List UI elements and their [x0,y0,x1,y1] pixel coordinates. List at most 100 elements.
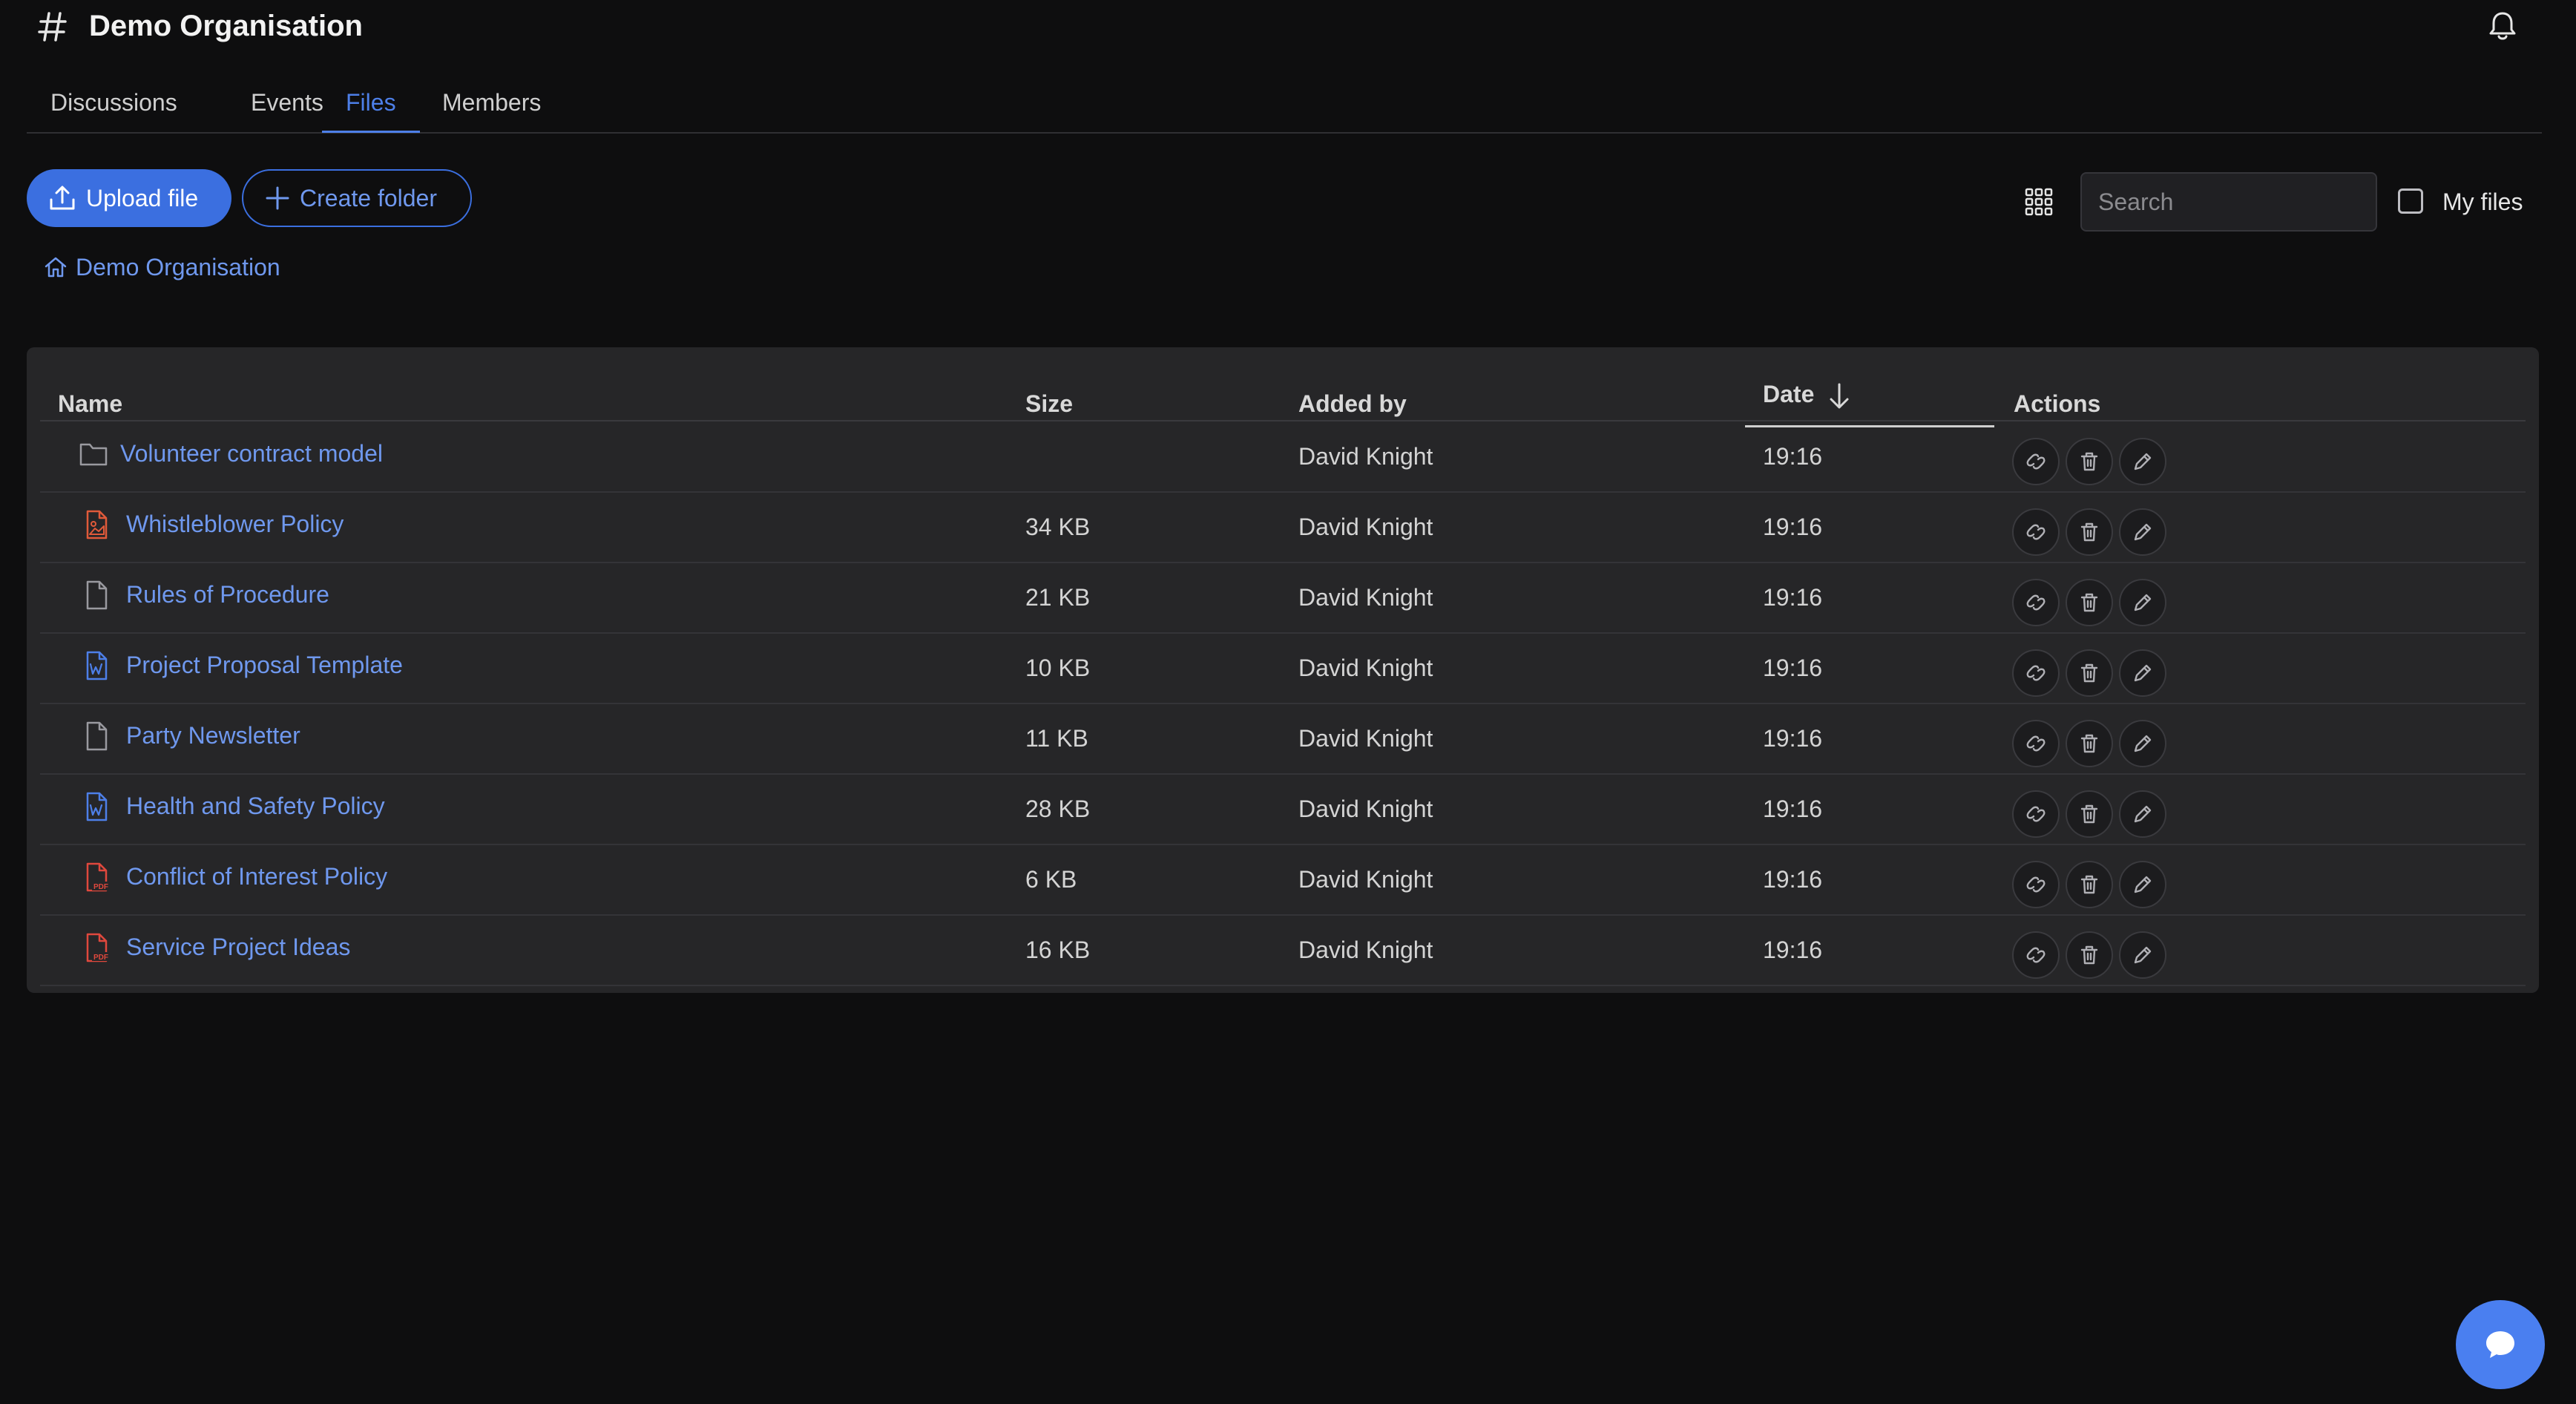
edit-button[interactable] [2119,790,2166,838]
file-name-link[interactable]: Conflict of Interest Policy [126,844,387,914]
delete-button[interactable] [2066,508,2113,556]
edit-button[interactable] [2119,438,2166,485]
breadcrumb[interactable]: Demo Organisation [43,251,280,283]
file-date: 19:16 [1763,936,1823,963]
trash-icon [2077,661,2101,685]
edit-button[interactable] [2119,649,2166,697]
added-by: David Knight [1298,514,1433,540]
copy-link-button[interactable] [2012,720,2060,767]
pencil-icon [2131,520,2155,544]
file-name-link[interactable]: Whistleblower Policy [126,492,344,562]
pdf-file-icon: PDF [82,931,111,964]
copy-link-button[interactable] [2012,790,2060,838]
document-icon [82,720,111,752]
delete-button[interactable] [2066,438,2113,485]
delete-button[interactable] [2066,790,2113,838]
link-icon [2024,661,2048,685]
file-name-link[interactable]: Volunteer contract model [120,421,383,491]
trash-icon [2077,732,2101,755]
file-date: 19:16 [1763,725,1823,752]
tab-bar: Discussions Events Files Members [27,82,2542,134]
plus-icon [266,186,289,210]
upload-file-button[interactable]: Upload file [27,169,231,227]
files-table: Name Size Added by Date Actions Voluntee… [27,347,2539,993]
edit-button[interactable] [2119,861,2166,908]
pencil-icon [2131,591,2155,614]
delete-button[interactable] [2066,861,2113,908]
table-row[interactable]: PDF Conflict of Interest Policy 6 KB David … [40,844,2526,916]
delete-button[interactable] [2066,649,2113,697]
breadcrumb-home: Demo Organisation [76,253,280,281]
chat-button[interactable] [2456,1300,2545,1389]
svg-text:PDF: PDF [93,883,108,891]
file-name-link[interactable]: Project Proposal Template [126,633,403,703]
table-row[interactable]: Whistleblower Policy 34 KB David Knight 19:… [40,492,2526,563]
link-icon [2024,802,2048,826]
search-input[interactable] [2080,172,2377,232]
word-file-icon [82,649,111,682]
my-files-checkbox[interactable] [2398,188,2423,214]
link-icon [2024,520,2048,544]
bell-icon[interactable] [2485,9,2520,43]
file-date: 19:16 [1763,443,1823,470]
added-by: David Knight [1298,443,1433,470]
copy-link-button[interactable] [2012,579,2060,626]
delete-button[interactable] [2066,579,2113,626]
copy-link-button[interactable] [2012,931,2060,979]
image-file-icon [82,508,111,541]
svg-text:PDF: PDF [93,954,108,962]
trash-icon [2077,873,2101,896]
page-header: Demo Organisation [0,0,2576,52]
pencil-icon [2131,943,2155,967]
edit-button[interactable] [2119,720,2166,767]
tab-files[interactable]: Files [322,82,420,133]
trash-icon [2077,802,2101,826]
added-by: David Knight [1298,655,1433,681]
my-files-label[interactable]: My files [2442,186,2523,218]
added-by: David Knight [1298,796,1433,822]
table-row[interactable]: Party Newsletter 11 KB David Knight 19:16 [40,703,2526,775]
create-folder-button[interactable]: Create folder [242,169,472,227]
copy-link-button[interactable] [2012,861,2060,908]
edit-button[interactable] [2119,508,2166,556]
file-size: 28 KB [1025,796,1091,822]
added-by: David Knight [1298,725,1433,752]
grid-view-icon[interactable] [2024,187,2054,217]
file-name-link[interactable]: Service Project Ideas [126,915,350,985]
added-by: David Knight [1298,866,1433,893]
tab-discussions[interactable]: Discussions [27,82,201,131]
table-row[interactable]: Rules of Procedure 21 KB David Knight 19:16 [40,562,2526,634]
file-size: 6 KB [1025,866,1077,893]
tab-members[interactable]: Members [418,82,565,131]
column-header-date[interactable]: Date [1745,361,1994,427]
file-date: 19:16 [1763,584,1823,611]
create-folder-label: Create folder [300,184,437,211]
edit-button[interactable] [2119,931,2166,979]
file-size: 34 KB [1025,514,1091,540]
file-name-link[interactable]: Rules of Procedure [126,562,329,632]
delete-button[interactable] [2066,720,2113,767]
file-date: 19:16 [1763,796,1823,822]
edit-button[interactable] [2119,579,2166,626]
copy-link-button[interactable] [2012,438,2060,485]
copy-link-button[interactable] [2012,649,2060,697]
table-row[interactable]: PDF Service Project Ideas 16 KB David Knigh… [40,915,2526,986]
pencil-icon [2131,661,2155,685]
home-icon [45,257,67,278]
added-by: David Knight [1298,936,1433,963]
delete-button[interactable] [2066,931,2113,979]
file-size: 21 KB [1025,584,1091,611]
added-by: David Knight [1298,584,1433,611]
file-name-link[interactable]: Party Newsletter [126,703,300,773]
table-row[interactable]: Project Proposal Template 10 KB David Knig… [40,633,2526,704]
file-size: 11 KB [1025,725,1088,752]
file-size: 16 KB [1025,936,1091,963]
file-size: 10 KB [1025,655,1091,681]
pencil-icon [2131,732,2155,755]
table-row[interactable]: Volunteer contract model David Knight 19:1… [40,421,2526,493]
table-row[interactable]: Health and Safety Policy 28 KB David Knigh… [40,774,2526,845]
file-name-link[interactable]: Health and Safety Policy [126,774,385,844]
upload-icon [50,186,75,210]
pencil-icon [2131,873,2155,896]
copy-link-button[interactable] [2012,508,2060,556]
